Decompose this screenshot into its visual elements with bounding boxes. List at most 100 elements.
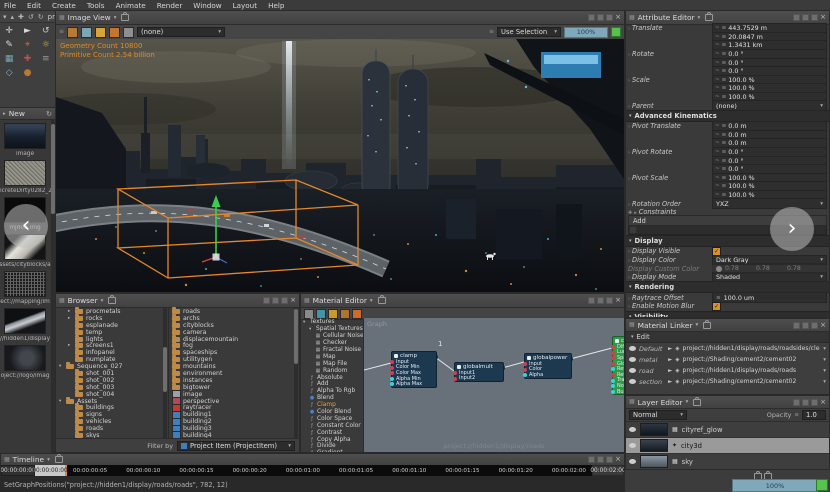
node-globalmult[interactable]: globalmult Input1Input2 [454, 362, 504, 382]
window-buttons[interactable]: × [263, 297, 296, 304]
layer-cityref-glow[interactable]: ▦cityref_glow [626, 422, 829, 438]
texture-item-cellular-noise[interactable]: ▦Cellular Noise [301, 333, 363, 340]
window-buttons[interactable]: × [588, 297, 621, 304]
list-item-displacemountain[interactable]: displacemountain [169, 336, 299, 343]
target-icon[interactable]: ► [668, 346, 672, 352]
nav-add-icon[interactable]: ✚ [18, 13, 24, 21]
menu-layout[interactable]: Layout [233, 1, 257, 10]
panel-grip-icon[interactable]: ▦ [629, 15, 635, 21]
window-buttons[interactable]: × [793, 322, 826, 329]
nav-undo-icon[interactable]: ↺ [28, 13, 34, 21]
menu-edit[interactable]: Edit [27, 1, 41, 10]
node-enable-checkbox[interactable] [457, 365, 461, 369]
tool-select-icon[interactable]: ✛ [5, 25, 13, 39]
texture-item-color-blend[interactable]: ●Color Blend [301, 409, 363, 416]
nav-up-icon[interactable]: ▴ [11, 13, 15, 21]
carousel-next-button[interactable]: › [770, 207, 814, 251]
tree-item-infopanel[interactable]: infopanel [56, 349, 168, 356]
texture-item-map[interactable]: ▦Map [301, 353, 363, 360]
menu-window[interactable]: Window [193, 1, 221, 10]
port-alpha[interactable]: Alpha [525, 372, 571, 378]
list-item-fog[interactable]: fog [169, 342, 299, 349]
lock-icon[interactable] [693, 399, 701, 406]
tool-add-icon[interactable]: ✚ [24, 53, 32, 67]
panel-menu-caret-icon[interactable]: ▾ [698, 15, 701, 21]
panel-menu-caret-icon[interactable]: ▾ [101, 298, 104, 304]
tool-grid-icon[interactable]: ▦ [5, 53, 14, 67]
expand-arrow-icon[interactable]: ▸ [68, 343, 73, 348]
tree-item-roads[interactable]: roads [56, 425, 168, 432]
nav-redo-icon[interactable]: ↻ [38, 13, 44, 21]
target-icon[interactable]: ► [668, 368, 672, 374]
window-buttons[interactable]: × [588, 14, 621, 21]
expand-arrow-icon[interactable]: ▸ [68, 309, 73, 314]
target-icon[interactable]: ► [668, 379, 672, 385]
material-link-row-road[interactable]: road►◈project://hidden1/display/roads/ro… [626, 365, 829, 376]
tool-target-icon[interactable]: ⌖ [25, 39, 30, 53]
edit-section-header[interactable]: ▾ Edit [626, 332, 829, 343]
tree-item-shot-004[interactable]: shot_004 [56, 391, 168, 398]
lock-icon[interactable] [108, 297, 116, 304]
list-item-roads[interactable]: roads [169, 308, 299, 315]
list-item-building3[interactable]: building3 [169, 425, 299, 432]
material-link-row-section[interactable]: section►◈project://Shading/cement2/cemen… [626, 376, 829, 387]
layout-nodes-icon[interactable] [340, 309, 350, 319]
visibility-eye-icon[interactable] [629, 368, 636, 373]
tree-item-sequence-027[interactable]: ▾Sequence_027 [56, 363, 168, 370]
panel-grip-icon[interactable]: ▦ [59, 298, 65, 304]
window-buttons[interactable]: × [793, 399, 826, 406]
render-mode-icon[interactable] [67, 27, 78, 38]
list-item-archs[interactable]: archs [169, 315, 299, 322]
dropdown-caret-icon[interactable]: ▾ [823, 379, 826, 385]
node-clamp[interactable]: clamp InputColor MinColor MaxAlpha MinAl… [391, 351, 437, 388]
asset-thumbnail-item[interactable]: ect://mapping/im [0, 271, 50, 305]
value-field[interactable]: ≡100.0 um [712, 292, 827, 303]
tree-item-signs[interactable]: signs [56, 411, 168, 418]
lock-icon[interactable] [705, 14, 713, 21]
material-link-row-default[interactable]: Default►◈project://hidden1/display/roads… [626, 343, 829, 354]
section-visibility[interactable]: ▾Visibility [626, 311, 829, 318]
tool-translate-icon[interactable]: ► [24, 25, 31, 39]
dropdown-field[interactable]: (none)▾ [712, 100, 827, 111]
expand-arrow-icon[interactable]: ▾ [309, 327, 314, 332]
texture-item-textures[interactable]: ▾Textures [301, 319, 363, 326]
visibility-eye-icon[interactable] [629, 346, 636, 351]
list-item-image[interactable]: image [169, 391, 299, 398]
list-item-camera[interactable]: camera [169, 329, 299, 336]
node-globalpower[interactable]: globalpower InputColorAlpha [524, 353, 572, 379]
visibility-eye-icon[interactable] [629, 357, 636, 362]
texture-item-map-file[interactable]: ▦Map File [301, 360, 363, 367]
tool-sphere-icon[interactable]: ● [24, 67, 32, 81]
asset-thumbnail-item[interactable]: ncreteDirty0282_2 [0, 160, 50, 194]
snapshot-icon[interactable] [123, 27, 134, 38]
list-item-instances[interactable]: instances [169, 377, 299, 384]
texture-item-divide[interactable]: ƒDivide [301, 443, 363, 450]
lock-icon[interactable] [121, 14, 129, 21]
list-item-mountains[interactable]: mountains [169, 363, 299, 370]
window-buttons[interactable]: × [793, 14, 826, 21]
dropdown-field[interactable]: YXZ▾ [712, 198, 827, 209]
texture-item-constant-color[interactable]: ƒConstant Color [301, 422, 363, 429]
panel-menu-caret-icon[interactable]: ▾ [696, 322, 699, 328]
tree-item-buildings[interactable]: buildings [56, 404, 168, 411]
panel-grip-icon[interactable]: ▦ [4, 457, 10, 463]
texture-item-random[interactable]: ▦Random [301, 367, 363, 374]
tree-item-numplate[interactable]: numplate [56, 356, 168, 363]
list-item-raytracer[interactable]: raytracer [169, 404, 299, 411]
locate-icon[interactable]: ◈ [675, 346, 679, 352]
panel-grip-icon[interactable]: ▦ [59, 15, 65, 21]
texture-item-absolute[interactable]: ƒAbsolute [301, 374, 363, 381]
visibility-eye-icon[interactable] [629, 459, 636, 464]
panel-menu-caret-icon[interactable]: ▾ [686, 399, 689, 405]
texture-item-gradient[interactable]: ƒGradient [301, 450, 363, 452]
tree-item-lights[interactable]: lights [56, 336, 168, 343]
list-item-perspective[interactable]: perspective [169, 398, 299, 405]
timeline-ruler[interactable]: 00:00:00:0500:00:00:1000:00:00:1500:00:0… [67, 465, 592, 476]
scrollbar-thumb[interactable] [163, 347, 167, 392]
tool-light-icon[interactable]: ☼ [42, 39, 50, 53]
asset-thumbnail-item[interactable]: //hidden1/display [0, 308, 50, 342]
node-material-cleanconcrete[interactable]: cleanconcrete DiffuseLuminanceSpecularGl… [612, 336, 624, 395]
snap-icon[interactable] [352, 309, 362, 319]
texture-item-clamp[interactable]: ƒClamp [301, 402, 363, 409]
node-enable-checkbox[interactable] [527, 356, 531, 360]
